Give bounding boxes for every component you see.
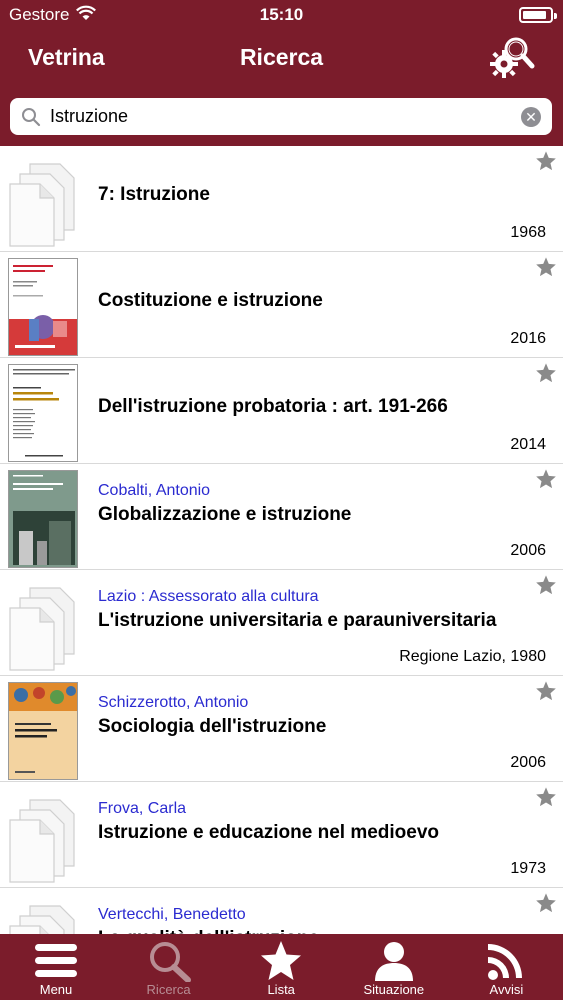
result-title: Costituzione e istruzione <box>98 290 323 311</box>
result-title: Dell'istruzione probatoria : art. 191-26… <box>98 396 448 417</box>
battery-icon <box>519 7 557 23</box>
header: Gestore 15:10 Vetrina Ricerca Istruzione… <box>0 0 563 146</box>
document-placeholder-icon <box>9 905 75 934</box>
clear-search-icon[interactable]: ✕ <box>521 107 541 127</box>
result-year: 2016 <box>510 330 546 347</box>
clock: 15:10 <box>259 5 304 24</box>
page-title: Ricerca <box>239 44 324 70</box>
favorite-star-icon[interactable] <box>535 786 557 808</box>
result-thumbnail <box>4 574 78 672</box>
search-input[interactable] <box>50 100 510 133</box>
result-row[interactable]: Vertecchi, Benedetto La qualità dell'ist… <box>0 888 563 934</box>
user-icon <box>374 942 413 981</box>
favorite-star-icon[interactable] <box>535 892 557 914</box>
result-author[interactable]: Lazio : Assessorato alla cultura <box>98 588 319 606</box>
result-year: Regione Lazio, 1980 <box>399 648 546 665</box>
search-icon <box>22 108 41 127</box>
results-list: 7: Istruzione 1968 Costituzione e istruz… <box>0 146 563 934</box>
result-year: 1968 <box>510 224 546 241</box>
result-title: Sociologia dell'istruzione <box>98 716 327 737</box>
result-title: 7: Istruzione <box>98 184 210 205</box>
result-author[interactable]: Cobalti, Antonio <box>98 482 210 500</box>
result-title: Globalizzazione e istruzione <box>98 504 352 525</box>
document-placeholder-icon <box>9 587 75 671</box>
tab-bar: Menu Ricerca Lista Situazione Avvisi <box>0 934 563 1000</box>
tab-label: Ricerca <box>146 982 191 997</box>
star-icon <box>261 941 302 980</box>
result-thumbnail <box>4 256 78 356</box>
tab-label: Avvisi <box>489 982 524 997</box>
tab-label: Situazione <box>363 982 425 997</box>
result-year: 2006 <box>510 754 546 771</box>
result-year: 1973 <box>510 860 546 877</box>
favorite-star-icon[interactable] <box>535 256 557 278</box>
navigation-bar: Vetrina Ricerca <box>0 30 563 90</box>
result-row[interactable]: Frova, Carla Istruzione e educazione nel… <box>0 782 563 888</box>
result-row[interactable]: Cobalti, Antonio Globalizzazione e istru… <box>0 464 563 570</box>
tab-avvisi[interactable]: Avvisi <box>450 934 562 1000</box>
result-row[interactable]: Costituzione e istruzione 2016 <box>0 252 563 358</box>
result-thumbnail <box>4 362 78 462</box>
document-placeholder-icon <box>9 163 75 247</box>
result-thumbnail <box>4 786 78 884</box>
tab-menu[interactable]: Menu <box>0 934 112 1000</box>
favorite-star-icon[interactable] <box>535 574 557 596</box>
result-thumbnail <box>4 892 78 934</box>
book-cover <box>8 470 78 568</box>
gear-search-icon[interactable] <box>487 34 535 82</box>
book-cover <box>8 258 78 356</box>
result-title: L'istruzione universitaria e paraunivers… <box>98 610 497 631</box>
result-thumbnail <box>4 468 78 568</box>
favorite-star-icon[interactable] <box>535 468 557 490</box>
tab-lista[interactable]: Lista <box>225 934 337 1000</box>
result-thumbnail <box>4 150 78 248</box>
tab-ricerca[interactable]: Ricerca <box>113 934 225 1000</box>
book-cover <box>8 682 78 780</box>
result-thumbnail <box>4 680 78 780</box>
favorite-star-icon[interactable] <box>535 150 557 172</box>
status-bar: Gestore 15:10 <box>0 0 563 30</box>
result-row[interactable]: 7: Istruzione 1968 <box>0 146 563 252</box>
search-icon <box>149 942 191 982</box>
tab-label: Lista <box>267 982 295 997</box>
menu-icon <box>35 944 77 977</box>
favorite-star-icon[interactable] <box>535 362 557 384</box>
book-cover <box>8 364 78 462</box>
result-author[interactable]: Frova, Carla <box>98 800 186 818</box>
result-row[interactable]: Dell'istruzione probatoria : art. 191-26… <box>0 358 563 464</box>
search-bar: ✕ <box>10 98 552 135</box>
result-title: Istruzione e educazione nel medioevo <box>98 822 440 843</box>
result-row[interactable]: Lazio : Assessorato alla cultura L'istru… <box>0 570 563 676</box>
document-placeholder-icon <box>9 799 75 883</box>
result-year: 2014 <box>510 436 546 453</box>
rss-icon <box>488 944 523 980</box>
result-row[interactable]: Schizzerotto, Antonio Sociologia dell'is… <box>0 676 563 782</box>
result-year: 2006 <box>510 542 546 559</box>
result-author[interactable]: Schizzerotto, Antonio <box>98 694 248 712</box>
favorite-star-icon[interactable] <box>535 680 557 702</box>
result-author[interactable]: Vertecchi, Benedetto <box>98 906 246 924</box>
tab-situazione[interactable]: Situazione <box>338 934 450 1000</box>
tab-label: Menu <box>39 982 73 997</box>
